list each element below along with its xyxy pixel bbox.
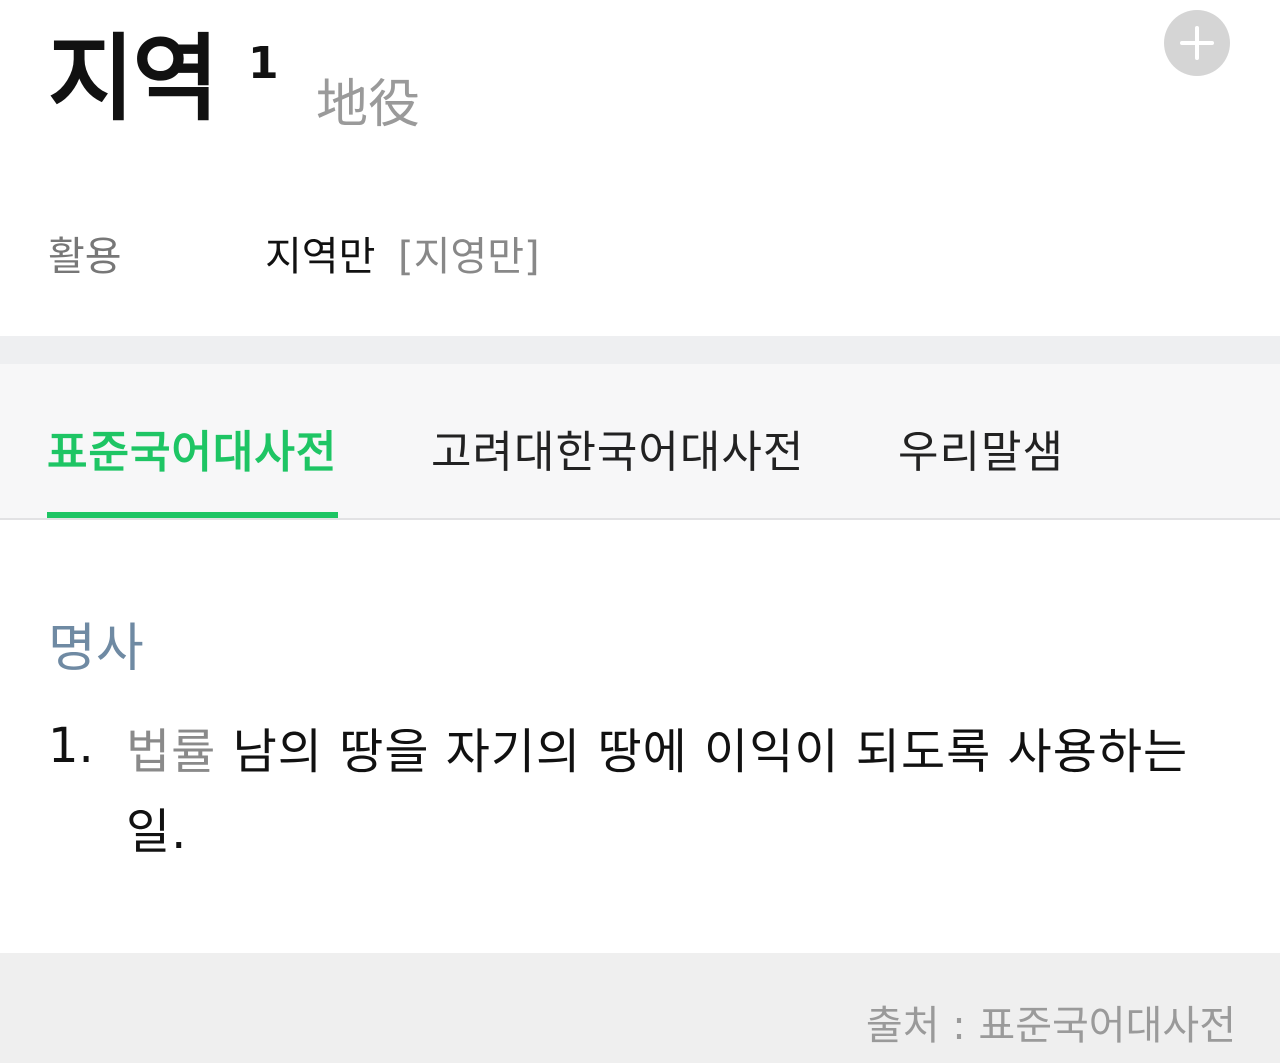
dictionary-tabs: 표준국어대사전 고려대한국어대사전 우리말샘 xyxy=(0,364,1280,520)
tab-standard-dictionary[interactable]: 표준국어대사전 xyxy=(47,416,337,480)
headword: 지역 xyxy=(48,25,219,134)
definition-body: 남의 땅을 자기의 땅에 이익이 되도록 사용하는 일. xyxy=(126,724,1189,860)
part-of-speech: 명사 xyxy=(48,619,144,679)
plus-icon xyxy=(1180,26,1214,60)
conjugation-form: 지역만 xyxy=(265,234,376,280)
tab-urimalsaem[interactable]: 우리말샘 xyxy=(898,416,1064,480)
definition-number: 1. xyxy=(48,718,94,774)
hanja: 地役 xyxy=(316,75,421,135)
conjugation-label: 활용 xyxy=(48,234,122,280)
tab-korea-univ-dictionary[interactable]: 고려대한국어대사전 xyxy=(431,416,804,480)
add-to-wordbook-button[interactable] xyxy=(1164,10,1230,76)
definition-category: 법률 xyxy=(126,724,217,780)
entry-header: 지역 1 地役 활용 지역만 [지영만] xyxy=(0,0,1280,336)
conjugation-pronunciation: [지영만] xyxy=(398,234,540,280)
active-tab-indicator xyxy=(47,512,338,518)
section-divider xyxy=(0,336,1280,364)
homograph-number: 1 xyxy=(248,38,279,89)
source-credit: 출처 : 표준국어대사전 xyxy=(865,1003,1236,1049)
footer: 출처 : 표준국어대사전 xyxy=(0,953,1280,1063)
definition-text: 법률 남의 땅을 자기의 땅에 이익이 되도록 사용하는 일. xyxy=(126,712,1236,872)
